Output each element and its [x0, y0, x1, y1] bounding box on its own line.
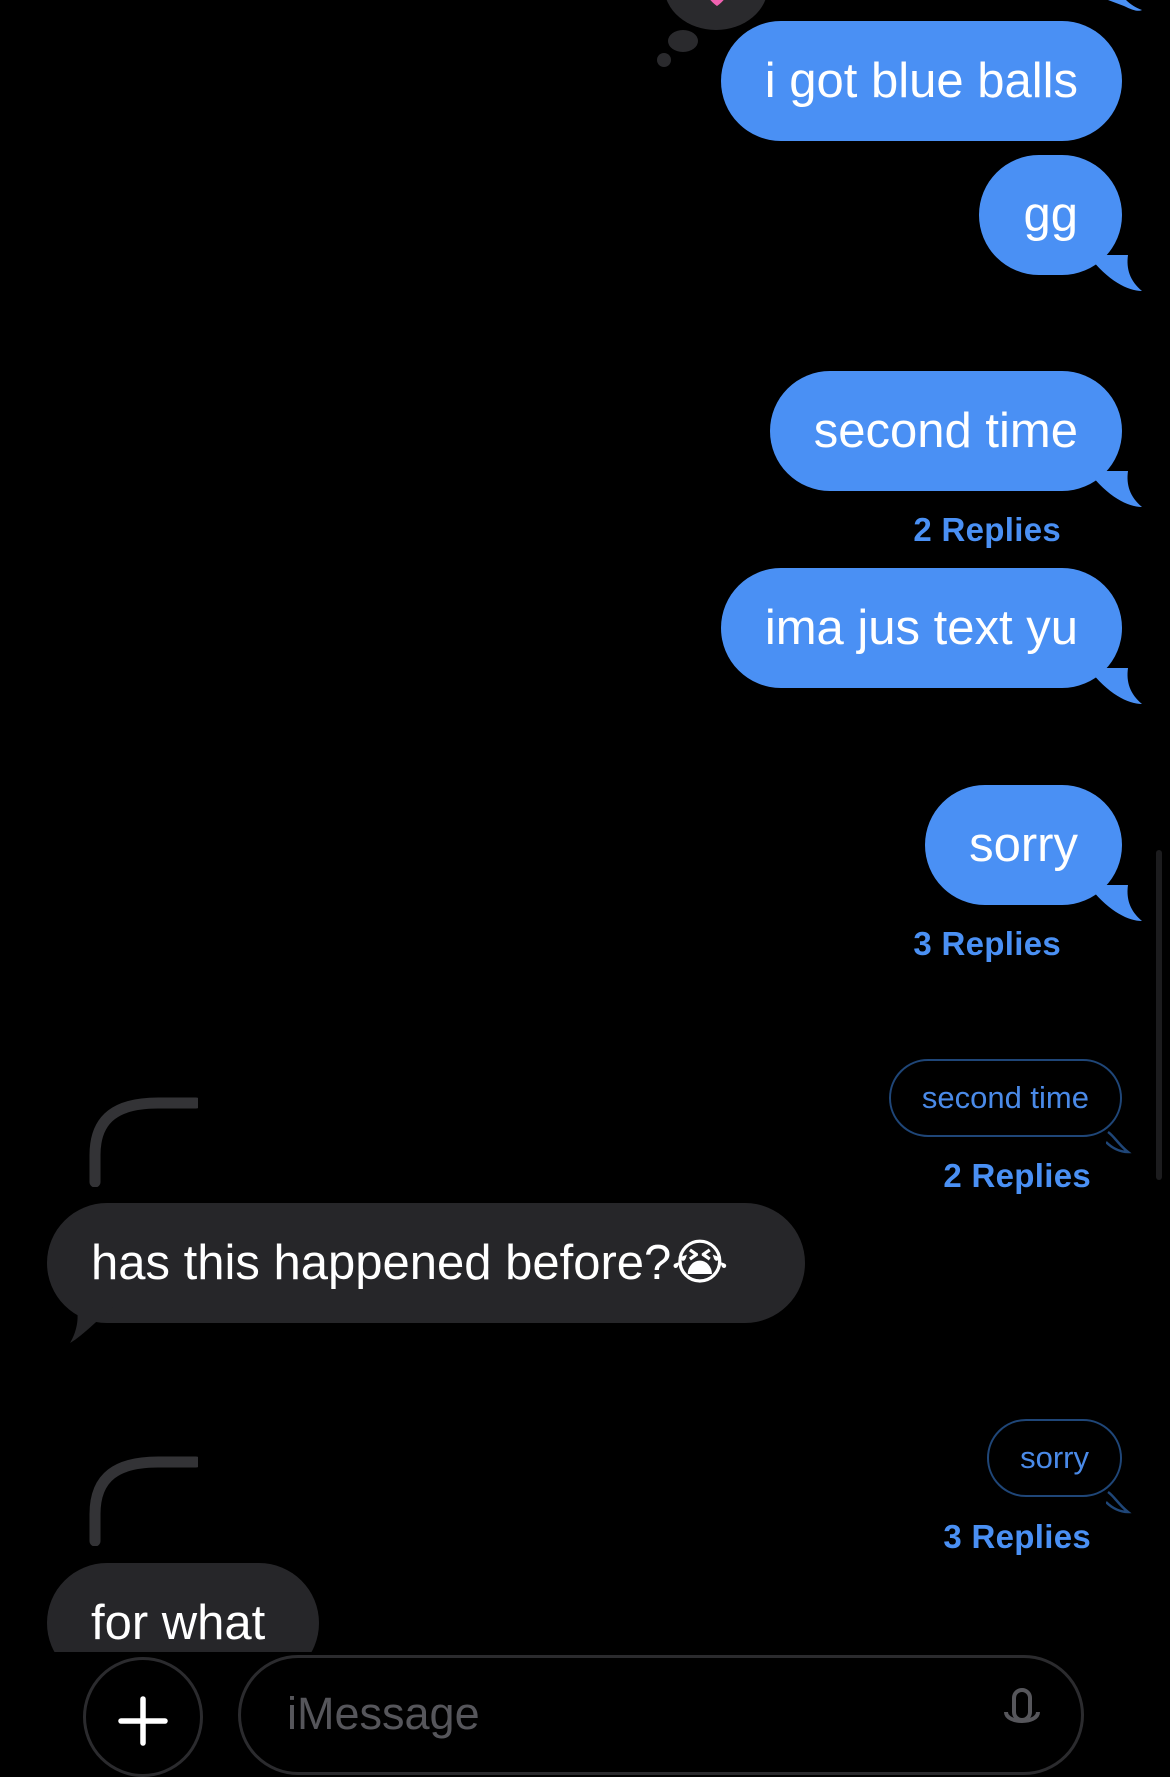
tail-fragment-top [1108, 0, 1142, 11]
outgoing-message[interactable]: second time [769, 371, 1122, 491]
thread-line-icon [89, 1097, 198, 1187]
bubble-tail [1088, 885, 1142, 921]
thread-line-icon [89, 1456, 198, 1546]
tapback-dot-large [668, 30, 698, 52]
outgoing-message[interactable]: ima jus text yu [720, 568, 1122, 688]
message-text: has this happened before? [91, 1236, 672, 1290]
tapback-dot-small [657, 53, 671, 67]
message-input-placeholder: iMessage [287, 1688, 480, 1739]
plus-button[interactable] [83, 1657, 203, 1777]
plus-icon [118, 1696, 168, 1746]
replies-link[interactable]: 2 Replies [943, 1157, 1091, 1195]
quote-tail [1106, 1130, 1132, 1154]
replies-link[interactable]: 3 Replies [943, 1518, 1091, 1556]
replies-link[interactable]: 3 Replies [913, 925, 1061, 963]
bubble-tail [1088, 471, 1142, 507]
incoming-message[interactable]: has this happened before?😭 [47, 1203, 805, 1323]
bubble-tail [70, 1305, 116, 1343]
bubble-tail [1088, 255, 1142, 291]
quoted-message[interactable]: second time [888, 1059, 1122, 1137]
replies-link[interactable]: 2 Replies [913, 511, 1061, 549]
outgoing-message[interactable]: i got blue balls [720, 21, 1122, 141]
microphone-icon[interactable] [1000, 1688, 1044, 1730]
quoted-message[interactable]: sorry [987, 1419, 1122, 1497]
quote-tail [1106, 1490, 1132, 1514]
crying-emoji: 😭 [671, 1236, 729, 1290]
bubble-tail [1088, 668, 1142, 704]
scroll-indicator[interactable] [1156, 850, 1162, 1180]
